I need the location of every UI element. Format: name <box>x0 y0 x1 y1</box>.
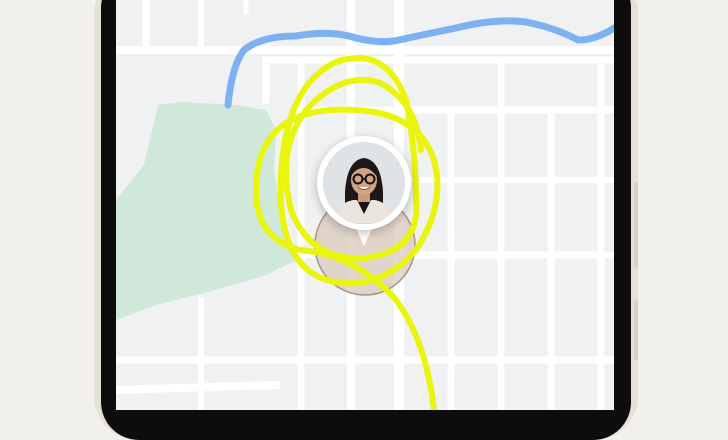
side-button <box>634 300 638 360</box>
map-view[interactable] <box>116 0 614 410</box>
location-pin[interactable] <box>317 136 411 230</box>
person-avatar-icon <box>323 142 405 224</box>
side-button <box>634 182 638 268</box>
